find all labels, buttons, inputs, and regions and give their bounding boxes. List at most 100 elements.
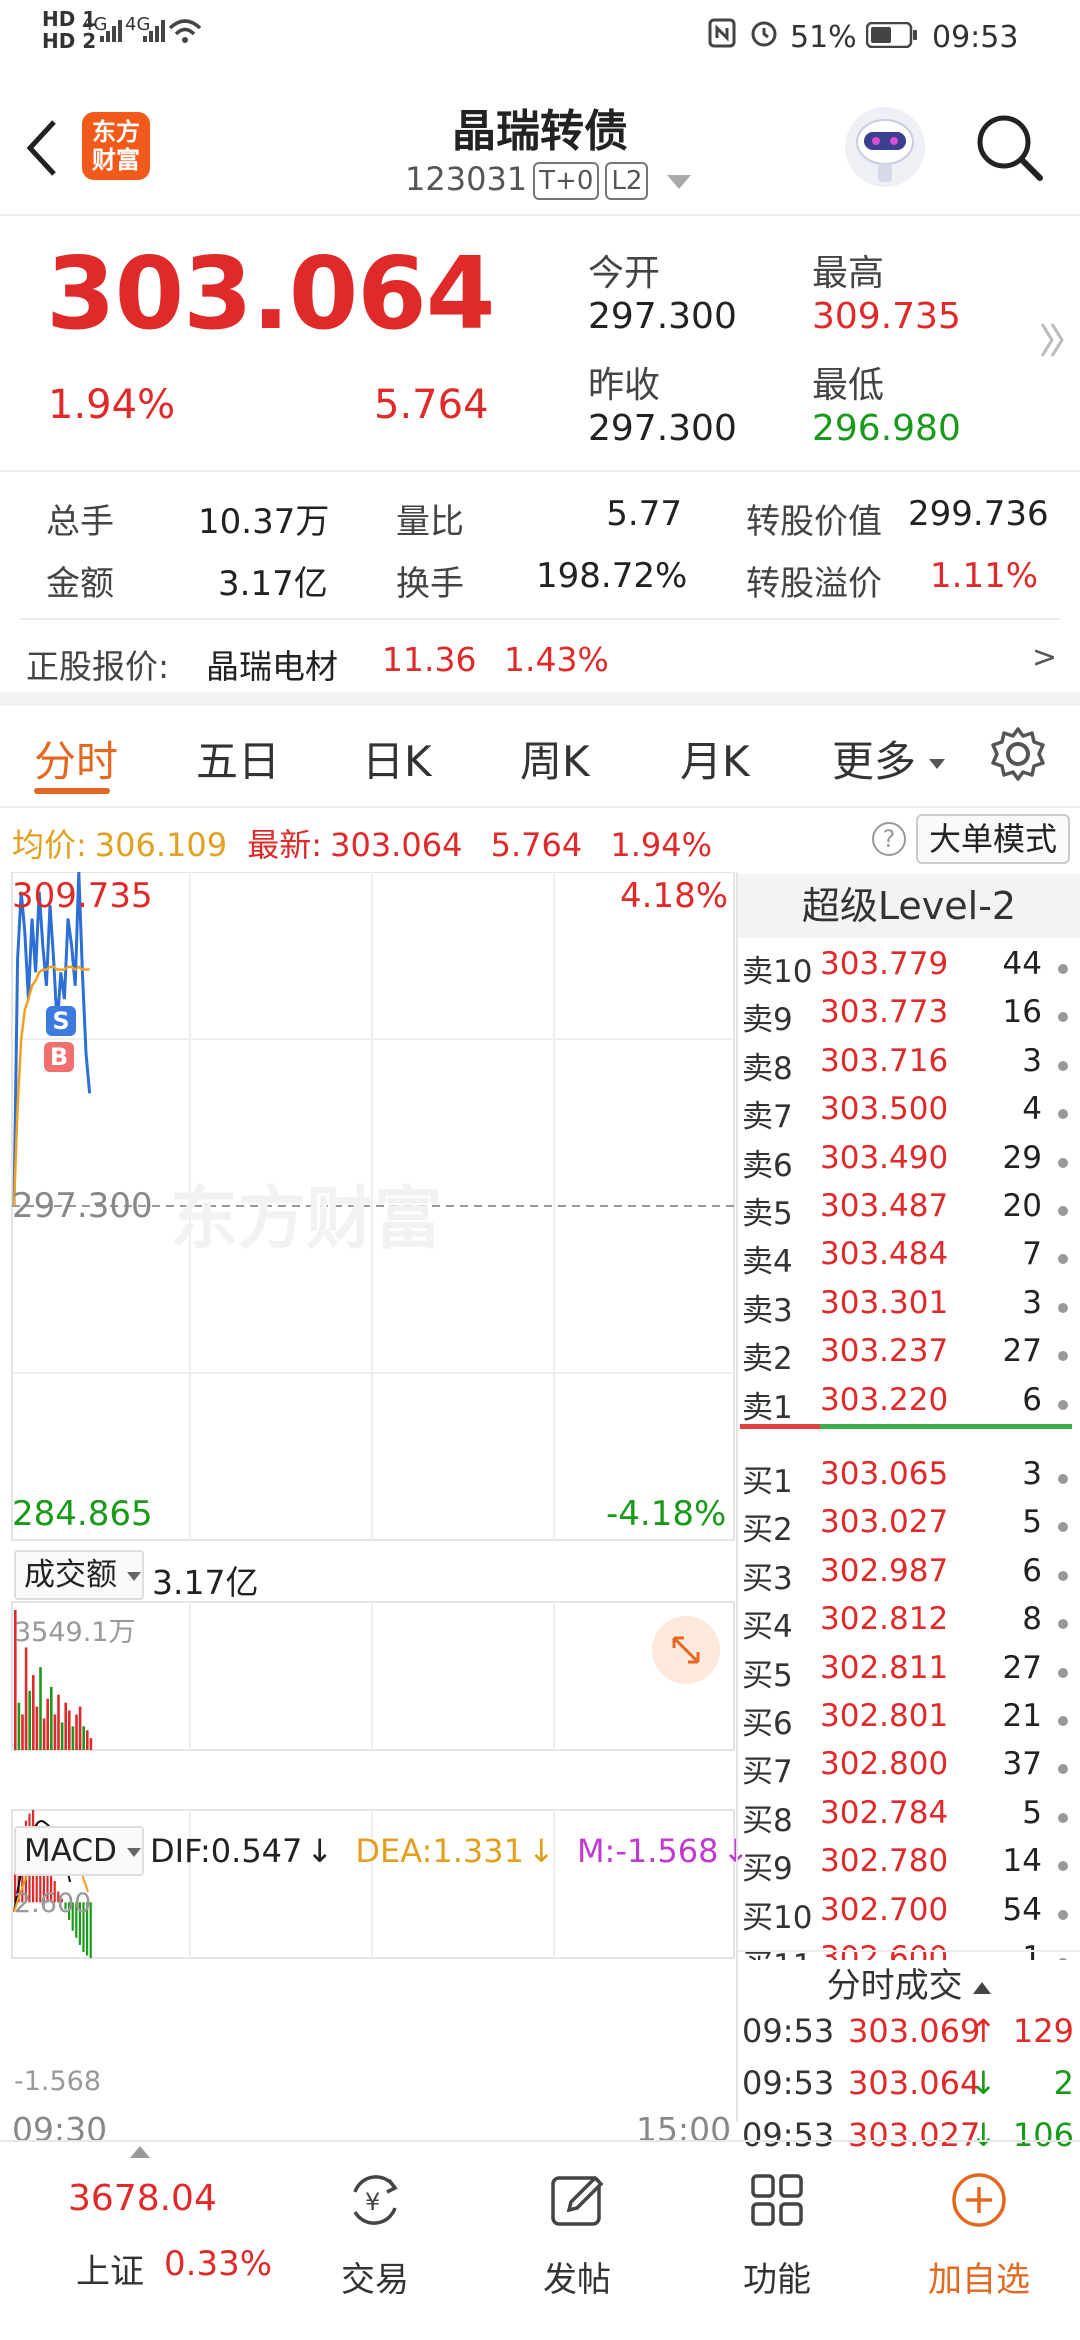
bid-price: 302.812 [820,1601,949,1638]
ask-price: 303.301 [820,1284,949,1321]
nav-functions-label: 功能 [743,2260,811,2300]
ask-price: 303.773 [820,994,949,1031]
ask-row[interactable]: 卖9 303.773 16 [742,994,1072,1042]
sell-marker[interactable]: S [46,1006,76,1036]
bid-row[interactable]: 买6 302.801 21 [742,1698,1072,1746]
ask-row[interactable]: 卖3 303.301 3 [742,1285,1072,1333]
bid-row[interactable]: 买2 303.027 5 [742,1504,1072,1552]
plus-circle-icon [952,2173,1006,2227]
ask-volume: 20 [1002,1188,1042,1224]
ratio-value: 5.77 [606,494,682,534]
tick-direction: ↑ [970,2012,997,2050]
volume-selector[interactable]: 成交额 [14,1550,144,1600]
bid-price: 302.784 [820,1794,949,1831]
ticks-title-row[interactable]: 分时成交 [738,1958,1080,2007]
volume-dot-icon [1058,1619,1068,1630]
premium-label: 转股溢价 [746,564,882,604]
search-icon[interactable] [972,110,1048,186]
volume-bar [78,1706,82,1750]
ask-row[interactable]: 卖4 303.484 7 [742,1236,1072,1284]
bid-row[interactable]: 买7 302.800 37 [742,1746,1072,1794]
tab-weekly-k[interactable]: 周K [520,728,590,789]
ask-price: 303.500 [820,1091,949,1128]
nav-functions[interactable]: 功能 [702,2160,852,2310]
volume-dot-icon [1058,1570,1068,1581]
amount-value: 3.17亿 [218,564,328,604]
ask-volume: 7 [1022,1236,1042,1273]
dea-value: DEA:1.331 [355,1832,524,1870]
robot-assistant-icon[interactable] [842,102,928,192]
volume-bar [46,1698,49,1750]
order-book-title[interactable]: 超级Level-2 [738,874,1080,938]
help-icon[interactable]: ? [872,822,906,856]
volume-bar [42,1718,46,1750]
volume-dot-icon [1058,1667,1068,1678]
ask-row[interactable]: 卖2 303.237 27 [742,1333,1072,1381]
bid-level-label: 买2 [742,1512,793,1549]
time-start: 09:30 [12,2110,108,2149]
volume-bar [21,1714,24,1750]
bid-level-label: 买6 [742,1706,793,1742]
avg-label: 均价: [12,826,87,864]
yuan-exchange-icon: ¥ [353,2175,398,2225]
tick-volume: 2 [1053,2064,1074,2102]
tab-monthly-k[interactable]: 月K [680,728,750,789]
bid-row[interactable]: 买8 302.784 5 [742,1795,1072,1843]
index-name[interactable]: 上证 [76,2244,144,2293]
tab-more[interactable]: 更多 [832,728,946,789]
bid-level-label: 买5 [742,1657,793,1694]
latest-change: 5.764 [490,826,583,864]
tick-volume: 106 [1012,2116,1074,2154]
chart-top-pct: 4.18% [620,876,729,916]
watermark: 东方财富 [170,1180,442,1259]
underlying-stock-row[interactable]: 正股报价: 晶瑞电材 11.36 1.43% > [0,622,1080,692]
tab-five-day[interactable]: 五日 [196,728,280,789]
tab-intraday[interactable]: 分时 [34,728,118,789]
high-label: 最高 [812,253,885,294]
bid-row[interactable]: 买3 302.987 6 [742,1553,1072,1601]
bid-row[interactable]: 买5 302.811 27 [742,1650,1072,1698]
ask-volume: 44 [1002,946,1042,982]
buy-marker[interactable]: B [44,1042,74,1072]
battery-percent: 51% [790,20,857,55]
big-order-mode-button[interactable]: 大单模式 [916,814,1070,864]
bid-price: 302.780 [820,1843,949,1880]
security-code-row[interactable]: 123031 T+0 L2 [405,160,691,200]
ask-row[interactable]: 卖5 303.487 20 [742,1188,1072,1236]
ask-row[interactable]: 卖7 303.500 4 [742,1091,1072,1139]
ticks-title: 分时成交 [826,1966,963,2006]
ask-row[interactable]: 卖6 303.490 29 [742,1140,1072,1188]
bid-row[interactable]: 买1 303.065 3 [742,1456,1072,1504]
nav-post[interactable]: 发帖 [502,2160,652,2310]
macd-selector[interactable]: MACD [14,1826,144,1876]
tick-volume: 129 [1012,2012,1074,2050]
bid-level-label: 买10 [742,1899,813,1936]
volume-bar [71,1726,75,1750]
volume-bar [82,1726,85,1750]
clock: 09:53 [932,20,1019,55]
change-amount: 5.764 [374,382,489,428]
tick-price: 303.027 [848,2116,981,2154]
ask-row[interactable]: 卖8 303.716 3 [742,1043,1072,1091]
expand-right-icon[interactable] [1038,320,1066,360]
bid-level-label: 买7 [742,1754,793,1791]
bid-row[interactable]: 买9 302.780 14 [742,1843,1072,1891]
ask-row[interactable]: 卖1 303.220 6 [742,1382,1072,1430]
bid-volume: 54 [1002,1891,1042,1928]
ask-row[interactable]: 卖10 303.779 44 [742,946,1072,994]
tab-daily-k[interactable]: 日K [362,728,432,789]
volume-dot-icon [1058,964,1068,974]
volume-bar [86,1730,89,1750]
fullscreen-button[interactable] [652,1616,720,1684]
bid-row[interactable]: 买10 302.700 54 [742,1892,1072,1940]
bid-row[interactable]: 买4 302.812 8 [742,1601,1072,1649]
nav-add-watchlist[interactable]: 加自选 [904,2160,1054,2310]
nav-trade[interactable]: ¥ 交易 [300,2160,450,2310]
underlying-label: 正股报价: [26,647,170,686]
index-pct[interactable]: 0.33% [164,2244,272,2284]
index-value[interactable]: 3678.04 [68,2178,217,2219]
gear-icon[interactable] [990,726,1046,782]
chart-bottom-pct: -4.18% [606,1494,727,1534]
volume-dot-icon [1058,1764,1068,1775]
volume-dot-icon [1058,1861,1068,1872]
